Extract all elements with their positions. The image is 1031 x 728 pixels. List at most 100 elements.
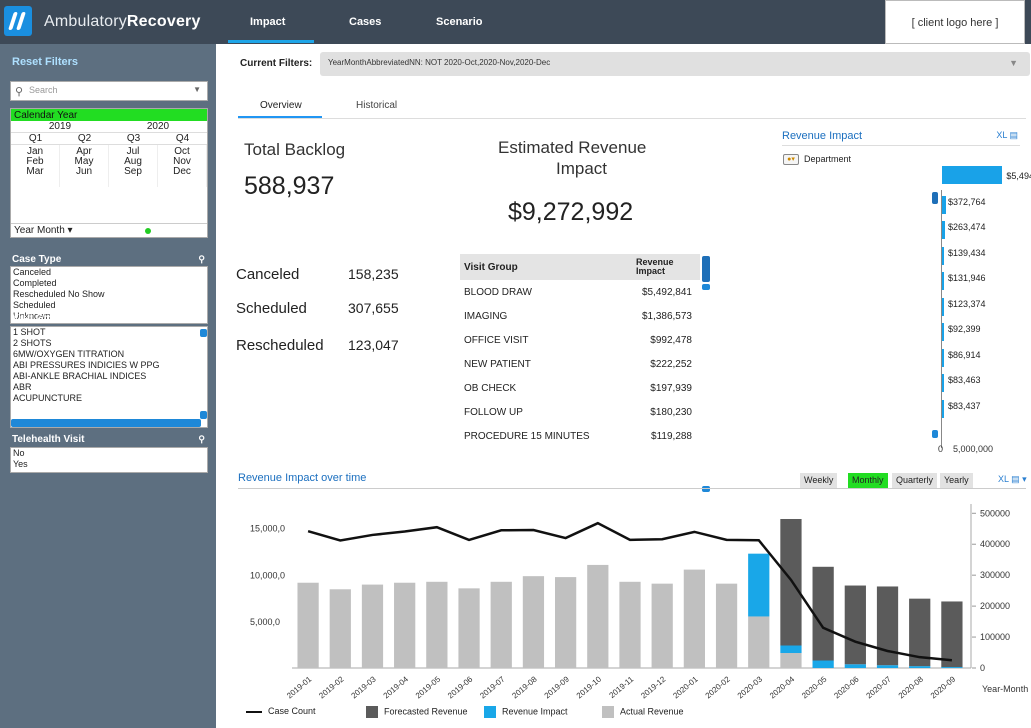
period-yearly[interactable]: Yearly xyxy=(940,473,973,488)
column-visit-group[interactable]: Visit Group xyxy=(464,262,518,273)
column-revenue-impact[interactable]: Revenue Impact xyxy=(636,258,692,276)
revenue-impact-bar[interactable] xyxy=(942,246,944,265)
scrollbar-arrow[interactable] xyxy=(702,486,710,492)
revenue-impact-bar[interactable] xyxy=(942,166,1003,184)
x-axis-tick: 2020-05 xyxy=(800,674,829,700)
brand-light-text: Ambulatory xyxy=(44,13,127,30)
tab-overview[interactable]: Overview xyxy=(260,100,302,111)
list-item[interactable]: Scheduled xyxy=(13,300,207,311)
month-sep[interactable]: Sep xyxy=(109,167,157,177)
x-axis-tick: 2019-06 xyxy=(446,674,475,700)
search-input[interactable]: ⚲ Search ▼ xyxy=(10,81,208,101)
export-icon[interactable]: XL ▤ xyxy=(996,130,1018,141)
table-row[interactable]: OB CHECK $197,939 xyxy=(460,376,700,400)
table-scrollbar[interactable] xyxy=(702,254,710,494)
table-row[interactable]: FOLLOW UP $180,230 xyxy=(460,400,700,424)
revenue-impact-title: Revenue Impact xyxy=(782,130,863,142)
revenue-impact-bar[interactable] xyxy=(942,221,945,239)
current-filters-dropdown[interactable]: YearMonthAbbreviatedNN: NOT 2020-Oct,202… xyxy=(320,52,1030,76)
cell-value: $1,386,573 xyxy=(641,310,692,322)
list-item[interactable]: 2 SHOTS xyxy=(13,338,207,349)
scrollbar-arrow[interactable] xyxy=(932,430,938,438)
scrollbar-thumb[interactable] xyxy=(702,256,710,282)
tab-historical[interactable]: Historical xyxy=(356,100,397,111)
scrollbar-end[interactable] xyxy=(200,411,207,419)
quarter-q4[interactable]: Q4 xyxy=(158,133,207,144)
tab-scenario[interactable]: Scenario xyxy=(436,16,482,28)
list-item[interactable]: ABI PRESSURES INDICIES W PPG xyxy=(13,360,207,371)
legend-label: Actual Revenue xyxy=(620,706,684,717)
export-icon[interactable]: XL ▤ ▾ xyxy=(998,474,1027,485)
tab-impact[interactable]: Impact xyxy=(250,16,285,28)
cell-value: $5,492,841 xyxy=(641,286,692,298)
scrollbar-thumb[interactable] xyxy=(200,329,207,337)
revenue-impact-bar[interactable] xyxy=(942,272,944,290)
actual-revenue-bar xyxy=(715,583,738,668)
list-item[interactable]: 1 SHOT xyxy=(13,327,207,338)
period-quarterly[interactable]: Quarterly xyxy=(892,473,938,488)
revenue-impact-bar[interactable] xyxy=(942,348,944,367)
period-weekly[interactable]: Weekly xyxy=(800,473,838,488)
actual-revenue-bar xyxy=(394,582,416,668)
x-axis-tick: 2020-04 xyxy=(768,674,797,700)
year-2020[interactable]: 2020 xyxy=(109,121,207,132)
actual-revenue-bar xyxy=(329,589,351,668)
period-monthly[interactable]: Monthly xyxy=(848,473,888,488)
month-dec[interactable]: Dec xyxy=(158,167,206,177)
dimension-icon[interactable]: ●▾ xyxy=(783,154,799,166)
quarter-q3[interactable]: Q3 xyxy=(109,133,158,144)
month-jun[interactable]: Jun xyxy=(60,167,108,177)
chevron-down-icon[interactable]: ▼ xyxy=(1009,58,1018,68)
department-dimension[interactable]: ●▾ Department xyxy=(783,154,852,166)
forecasted-revenue-bar xyxy=(812,566,834,661)
x-axis-tick: 2019-03 xyxy=(349,674,378,700)
tab-cases[interactable]: Cases xyxy=(349,16,381,28)
horizontal-scrollbar[interactable] xyxy=(11,419,201,427)
table-row[interactable]: BLOOD DRAW $5,492,841 xyxy=(460,280,700,304)
revenue-impact-bar xyxy=(844,664,866,668)
table-row[interactable]: PROCEDURE 15 MINUTES $119,288 xyxy=(460,424,700,448)
reset-filters-button[interactable]: Reset Filters xyxy=(12,56,78,68)
list-item[interactable]: ABR xyxy=(13,382,207,393)
months-q3: Jul Aug Sep xyxy=(109,145,158,187)
search-icon[interactable]: ⚲ xyxy=(198,254,205,265)
revenue-impact-bar[interactable] xyxy=(942,297,944,316)
chevron-down-icon[interactable]: ▼ xyxy=(193,85,201,94)
list-item[interactable]: ABI-ANKLE BRACHIAL INDICES xyxy=(13,371,207,382)
revenue-impact-bar[interactable] xyxy=(942,195,947,214)
revenue-impact-bar-label: $372,764 xyxy=(948,196,986,207)
quarter-q2[interactable]: Q2 xyxy=(60,133,109,144)
table-row[interactable]: OFFICE VISIT $992,478 xyxy=(460,328,700,352)
revenue-impact-bar[interactable] xyxy=(942,323,944,341)
revenue-impact-bar[interactable] xyxy=(942,399,944,418)
actual-revenue-bar xyxy=(651,583,673,668)
stat-value-rescheduled: 123,047 xyxy=(348,337,399,353)
table-row[interactable]: NEW PATIENT $222,252 xyxy=(460,352,700,376)
month-mar[interactable]: Mar xyxy=(11,167,59,177)
list-item[interactable]: No xyxy=(13,448,207,459)
list-item[interactable]: Yes xyxy=(13,459,207,470)
year-month-dropdown[interactable]: Year Month ▾ xyxy=(11,223,207,237)
list-item[interactable]: Completed xyxy=(13,278,207,289)
search-icon[interactable]: ⚲ xyxy=(198,434,205,445)
year-2019[interactable]: 2019 xyxy=(11,121,109,132)
scrollbar-arrow[interactable] xyxy=(702,284,710,290)
x-axis-tick: 2019-07 xyxy=(478,674,507,700)
table-row[interactable]: IMAGING $1,386,573 xyxy=(460,304,700,328)
visit-group-label: Visit Group xyxy=(12,313,66,324)
department-label: Department xyxy=(804,154,852,164)
forecasted-revenue-bar xyxy=(780,518,802,646)
list-item[interactable]: 6MW/OXYGEN TITRATION xyxy=(13,349,207,360)
quarter-q1[interactable]: Q1 xyxy=(11,133,60,144)
year-month-label: Year Month xyxy=(14,225,65,236)
app-title: AmbulatoryRecovery xyxy=(44,13,201,31)
x-axis-tick: 2019-05 xyxy=(414,674,443,700)
legend-case-count: Case Count xyxy=(246,706,316,716)
list-item[interactable]: ACUPUNCTURE xyxy=(13,393,207,404)
list-item[interactable]: Canceled xyxy=(13,267,207,278)
cell-group: FOLLOW UP xyxy=(464,406,523,418)
revenue-impact-bar[interactable] xyxy=(942,374,944,392)
search-placeholder: Search xyxy=(29,85,58,95)
scrollbar-thumb[interactable] xyxy=(932,192,938,204)
list-item[interactable]: Rescheduled No Show xyxy=(13,289,207,300)
